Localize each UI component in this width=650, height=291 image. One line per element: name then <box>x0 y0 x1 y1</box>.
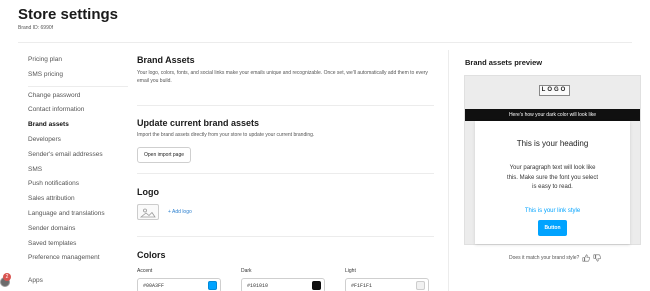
sidebar-item-contact-information[interactable]: Contact information <box>28 103 128 118</box>
section-title-brand-assets: Brand Assets <box>137 55 195 65</box>
accent-color-input[interactable]: #00A3FF <box>137 278 221 291</box>
sidebar-item-sales-attribution[interactable]: Sales attribution <box>28 192 128 207</box>
sidebar-item-pricing-plan[interactable]: Pricing plan <box>28 53 128 68</box>
dark-color-label: Dark <box>241 268 252 274</box>
header-divider <box>18 42 632 43</box>
page-title: Store settings <box>18 6 119 23</box>
accent-color-swatch[interactable] <box>208 281 217 290</box>
notification-badge: 2 <box>3 273 11 281</box>
sidebar-item-change-password[interactable]: Change password <box>28 89 128 104</box>
sidebar-item-sms[interactable]: SMS <box>28 163 128 178</box>
sidebar-item-sender-domains[interactable]: Sender domains <box>28 222 128 237</box>
brand-id: Brand ID: 6990f <box>18 25 54 31</box>
preview-email-body: This is your heading Your paragraph text… <box>475 121 630 244</box>
feedback-question: Does it match your brand style? <box>509 255 580 261</box>
chat-avatar[interactable]: 2 <box>0 273 11 288</box>
open-import-page-button[interactable]: Open import page <box>137 147 192 163</box>
light-color-value: #F1F1F1 <box>351 282 373 289</box>
dark-color-swatch[interactable] <box>312 281 321 290</box>
thumbs-down-icon[interactable] <box>593 254 602 262</box>
light-color-swatch[interactable] <box>416 281 425 290</box>
preview-paragraph: Your paragraph text will look like this.… <box>506 165 599 190</box>
brand-assets-content: Brand Assets Your logo, colors, fonts, a… <box>137 50 434 291</box>
sidebar-item-brand-assets[interactable]: Brand assets <box>28 118 128 133</box>
update-assets-section: Update current brand assets Import the b… <box>137 106 434 173</box>
section-title-colors: Colors <box>137 250 166 260</box>
thumbs-up-icon[interactable] <box>582 254 591 262</box>
dark-color-field: Dark #101010 <box>241 268 325 291</box>
section-title-update: Update current brand assets <box>137 118 260 128</box>
preview-feedback: Does it match your brand style? <box>509 254 602 262</box>
page-header: Store settings Brand ID: 6990f <box>18 6 118 31</box>
light-color-label: Light <box>345 268 356 274</box>
light-color-input[interactable]: #F1F1F1 <box>345 278 429 291</box>
image-icon[interactable] <box>137 204 159 220</box>
brand-assets-section: Brand Assets Your logo, colors, fonts, a… <box>137 55 434 105</box>
preview-divider <box>448 50 449 291</box>
sidebar-item-sms-pricing[interactable]: SMS pricing <box>28 68 128 83</box>
sidebar-item-preference-management[interactable]: Preference management <box>28 251 128 266</box>
accent-color-label: Accent <box>137 268 153 274</box>
sidebar-item-apps[interactable]: Apps <box>28 274 43 289</box>
sidebar-item-senders-email[interactable]: Sender's email addresses <box>28 148 128 163</box>
light-color-field: Light #F1F1F1 <box>345 268 429 291</box>
brand-assets-description: Your logo, colors, fonts, and social lin… <box>137 70 428 84</box>
preview-title: Brand assets preview <box>465 58 543 67</box>
update-description: Import the brand assets directly from yo… <box>137 132 315 138</box>
sidebar-item-developers[interactable]: Developers <box>28 133 128 148</box>
preview-button: Button <box>538 219 567 236</box>
sidebar-divider <box>28 85 128 87</box>
colors-section: Colors Accent #00A3FF Dark #101010 Light <box>137 237 434 291</box>
accent-color-value: #00A3FF <box>143 282 165 289</box>
preview-link: This is your link style <box>524 207 581 214</box>
preview-heading: This is your heading <box>516 139 589 148</box>
preview-dark-bar: Here's how your dark color will look lik… <box>465 109 640 121</box>
sidebar-item-language-translations[interactable]: Language and translations <box>28 207 128 222</box>
brand-preview-card: LOGO Here's how your dark color will loo… <box>464 75 641 245</box>
section-title-logo: Logo <box>137 187 159 197</box>
add-logo-link[interactable]: + Add logo <box>168 209 192 215</box>
dark-color-input[interactable]: #101010 <box>241 278 325 291</box>
accent-color-field: Accent #00A3FF <box>137 268 221 291</box>
preview-logo: LOGO <box>539 85 570 96</box>
logo-section: Logo + Add logo <box>137 174 434 236</box>
dark-color-value: #101010 <box>247 282 269 289</box>
sidebar-item-saved-templates[interactable]: Saved templates <box>28 237 128 252</box>
settings-sidebar: Pricing plan SMS pricing Change password… <box>28 53 128 284</box>
sidebar-item-push-notifications[interactable]: Push notifications <box>28 177 128 192</box>
